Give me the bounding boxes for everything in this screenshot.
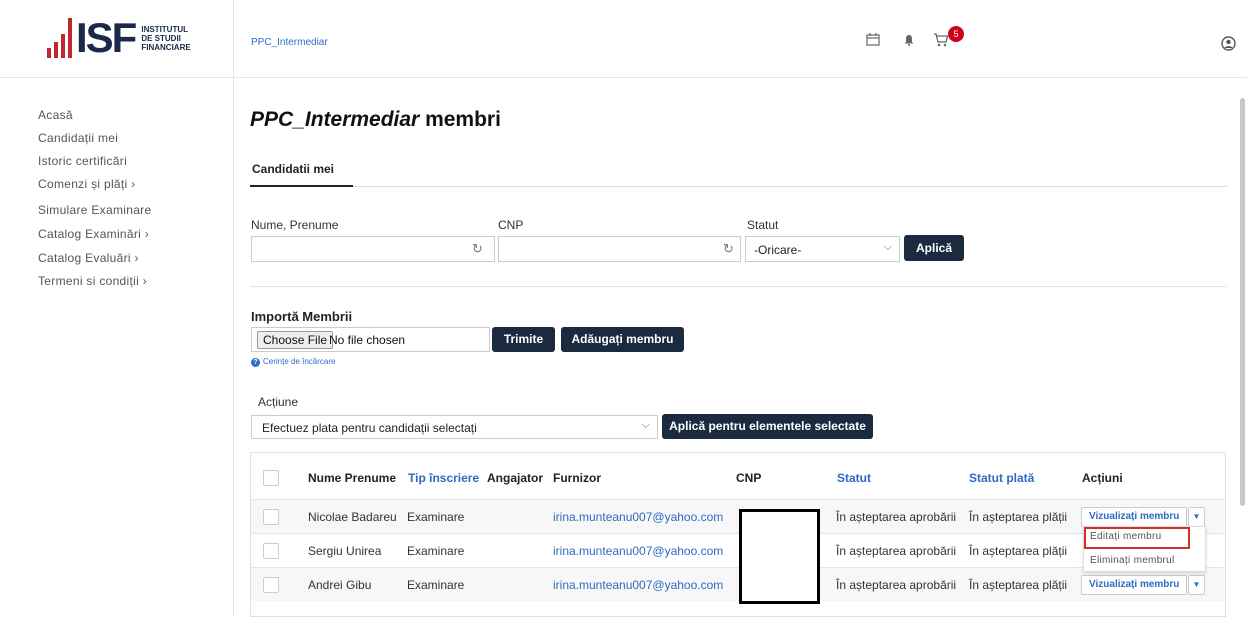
member-provider[interactable]: irina.munteanu007@yahoo.com bbox=[553, 578, 723, 592]
sidebar-item-catalog-evaluari[interactable]: Catalog Evaluări › bbox=[38, 251, 139, 265]
sidebar: Acasă Candidații mei Istoric certificări… bbox=[0, 78, 234, 617]
status-filter-select[interactable]: -Oricare- ⌵ bbox=[745, 236, 900, 262]
col-header-actions: Acțiuni bbox=[1082, 471, 1123, 485]
breadcrumb[interactable]: PPC_Intermediar bbox=[251, 37, 328, 48]
member-provider[interactable]: irina.munteanu007@yahoo.com bbox=[553, 510, 723, 524]
sidebar-item-istoric[interactable]: Istoric certificări bbox=[38, 154, 127, 168]
member-type: Examinare bbox=[407, 578, 465, 592]
name-refresh-icon[interactable]: ↻ bbox=[472, 241, 483, 257]
sidebar-item-simulare[interactable]: Simulare Examinare bbox=[38, 203, 151, 217]
bell-icon[interactable] bbox=[903, 34, 915, 46]
name-filter-label: Nume, Prenume bbox=[251, 218, 339, 232]
top-bar: ISF INSTITUTUL DE STUDII FINANCIARE PPC_… bbox=[0, 0, 1247, 78]
row-checkbox[interactable] bbox=[263, 543, 279, 559]
sidebar-item-candidatii[interactable]: Candidații mei bbox=[38, 131, 118, 145]
tab-candidatii-mei[interactable]: Candidatii mei bbox=[250, 162, 336, 186]
member-type: Examinare bbox=[407, 544, 465, 558]
sidebar-item-catalog-examinari[interactable]: Catalog Examinări › bbox=[38, 227, 149, 241]
name-filter-input[interactable] bbox=[251, 236, 495, 262]
cnp-redaction-box bbox=[739, 509, 820, 604]
action-select[interactable]: Efectuez plata pentru candidații selecta… bbox=[251, 415, 658, 439]
no-file-text: No file chosen bbox=[329, 333, 406, 347]
col-header-status[interactable]: Statut bbox=[837, 471, 871, 485]
isf-logo[interactable]: ISF INSTITUTUL DE STUDII FINANCIARE bbox=[47, 14, 191, 61]
member-provider[interactable]: irina.munteanu007@yahoo.com bbox=[553, 544, 723, 558]
row-checkbox[interactable] bbox=[263, 577, 279, 593]
table-row: Sergiu Unirea Examinare irina.munteanu00… bbox=[251, 533, 1225, 567]
members-table: Nume Prenume Tip înscriere Angajator Fur… bbox=[250, 452, 1226, 617]
delete-member-menu-item[interactable]: Eliminați membrul bbox=[1090, 555, 1175, 566]
sidebar-item-comenzi[interactable]: Comenzi și plăți › bbox=[38, 177, 135, 191]
status-filter-label: Statut bbox=[747, 218, 779, 232]
table-row: Andrei Gibu Examinare irina.munteanu007@… bbox=[251, 567, 1225, 601]
import-title: Importă Membrii bbox=[251, 309, 353, 324]
col-header-cnp: CNP bbox=[736, 471, 762, 485]
col-header-name: Nume Prenume bbox=[308, 471, 397, 485]
page-title: PPC_Intermediar membri bbox=[250, 108, 501, 131]
member-name: Nicolae Badareu bbox=[308, 510, 397, 524]
row-actions-caret-icon[interactable]: ▼ bbox=[1188, 507, 1205, 527]
row-actions-menu: Editați membru Eliminați membrul bbox=[1083, 526, 1206, 572]
view-member-button[interactable]: Vizualizați membru bbox=[1081, 507, 1187, 527]
cart-icon[interactable] bbox=[933, 32, 949, 47]
member-payment-status: În așteptarea plății bbox=[969, 578, 1068, 592]
calendar-icon[interactable] bbox=[866, 32, 880, 46]
col-header-provider: Furnizor bbox=[553, 471, 601, 485]
member-status: În așteptarea aprobării bbox=[836, 578, 957, 592]
action-label: Acțiune bbox=[258, 395, 299, 409]
member-payment-status: În așteptarea plății bbox=[969, 510, 1068, 524]
edit-member-menu-item[interactable]: Editați membru bbox=[1090, 531, 1161, 542]
member-type: Examinare bbox=[407, 510, 465, 524]
choose-file-button[interactable]: Choose File bbox=[257, 331, 334, 349]
chevron-down-icon: ⌵ bbox=[883, 241, 892, 253]
logo-subtitle: INSTITUTUL DE STUDII FINANCIARE bbox=[141, 24, 191, 52]
chevron-down-icon: ⌵ bbox=[641, 419, 650, 431]
member-payment-status: În așteptarea plății bbox=[969, 544, 1068, 558]
tab-active-indicator bbox=[250, 185, 353, 187]
member-name: Sergiu Unirea bbox=[308, 544, 382, 558]
question-icon: ? bbox=[251, 358, 260, 367]
table-row: Nicolae Badareu Examinare irina.munteanu… bbox=[251, 499, 1225, 533]
cnp-refresh-icon[interactable]: ↻ bbox=[723, 241, 734, 257]
row-actions-caret-icon[interactable]: ▼ bbox=[1188, 575, 1205, 595]
col-header-payment[interactable]: Statut plată bbox=[969, 471, 1034, 485]
user-account-icon[interactable] bbox=[1221, 36, 1236, 51]
select-all-checkbox[interactable] bbox=[263, 470, 279, 486]
col-header-employer: Angajator bbox=[487, 471, 544, 485]
member-name: Andrei Gibu bbox=[308, 578, 372, 592]
file-input[interactable]: Choose File No file chosen bbox=[251, 327, 490, 352]
cart-count-badge: 5 bbox=[948, 26, 964, 42]
page-scrollbar[interactable] bbox=[1240, 98, 1245, 506]
cnp-filter-label: CNP bbox=[498, 218, 524, 232]
logo-bars-icon bbox=[47, 18, 72, 58]
row-checkbox[interactable] bbox=[263, 509, 279, 525]
apply-selected-button[interactable]: Aplică pentru elementele selectate bbox=[662, 414, 873, 439]
upload-requirements-link[interactable]: ? Cerințe de încărcare bbox=[251, 357, 335, 367]
main-content: PPC_Intermediar membri Candidatii mei Nu… bbox=[234, 78, 1247, 617]
view-member-button[interactable]: Vizualizați membru bbox=[1081, 575, 1187, 595]
member-status: În așteptarea aprobării bbox=[836, 544, 957, 558]
tab-divider bbox=[250, 186, 1227, 187]
submit-button[interactable]: Trimite bbox=[492, 327, 555, 352]
sidebar-item-acasa[interactable]: Acasă bbox=[38, 108, 73, 122]
section-divider bbox=[250, 286, 1227, 287]
col-header-type[interactable]: Tip înscriere bbox=[408, 471, 479, 485]
apply-filter-button[interactable]: Aplică bbox=[904, 235, 964, 261]
logo-area: ISF INSTITUTUL DE STUDII FINANCIARE bbox=[0, 0, 234, 78]
cnp-filter-input[interactable] bbox=[498, 236, 741, 262]
add-member-button[interactable]: Adăugați membru bbox=[561, 327, 684, 352]
logo-text: ISF bbox=[76, 14, 137, 61]
sidebar-item-termeni[interactable]: Termeni si condiții › bbox=[38, 274, 147, 288]
member-status: În așteptarea aprobării bbox=[836, 510, 957, 524]
